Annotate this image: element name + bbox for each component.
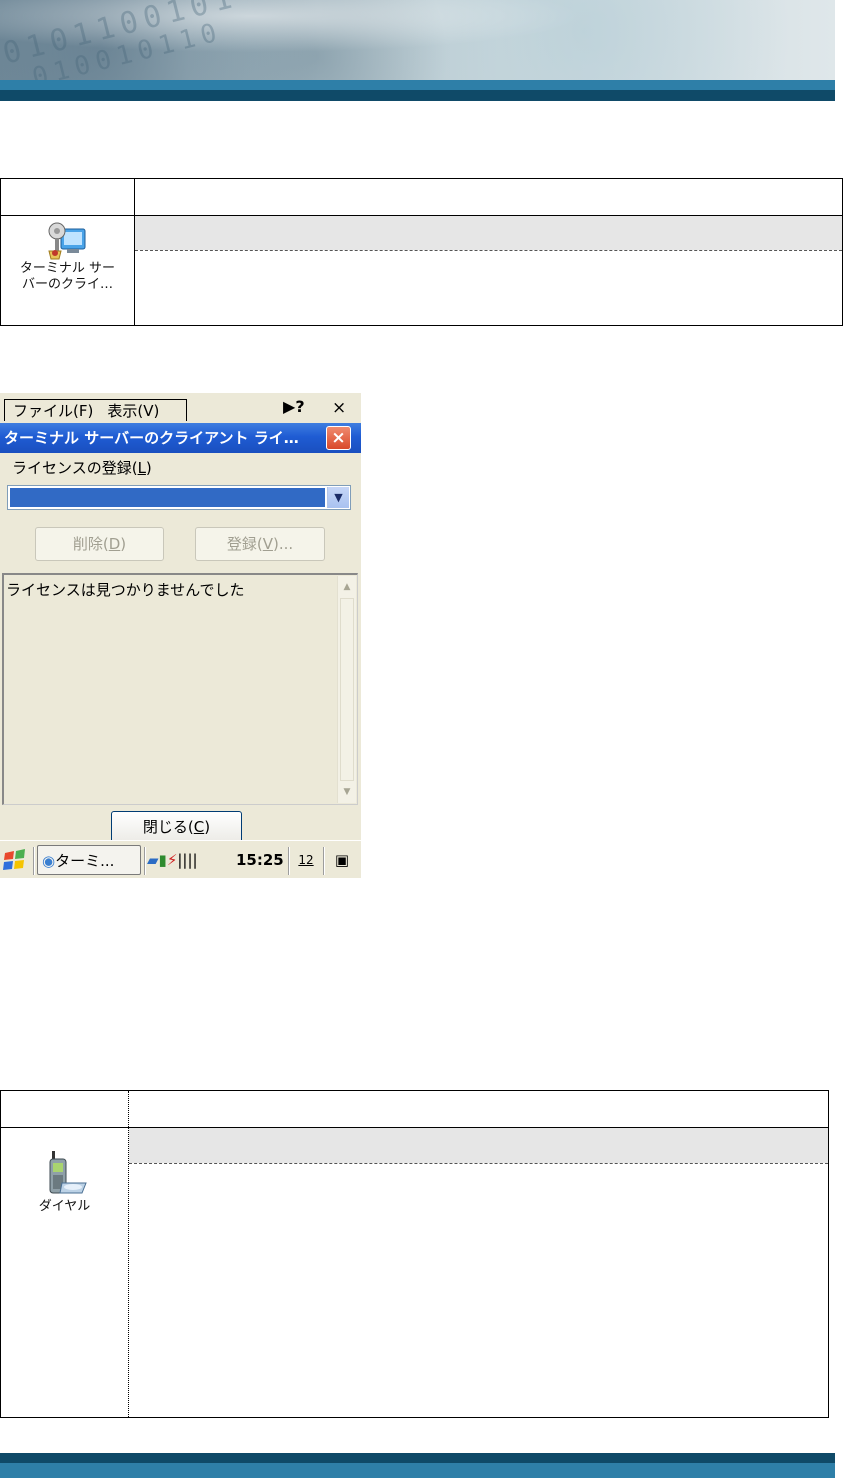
taskbar-task-button[interactable]: ◉ターミ... (37, 845, 141, 875)
license-list-box[interactable]: ライセンスは見つかりませんでした ▲ ▼ (2, 573, 358, 805)
taskbar-separator (33, 847, 35, 875)
scroll-down-icon[interactable]: ▼ (338, 783, 356, 801)
dial-phone-icon (49, 1151, 87, 1194)
taskbar-separator (288, 847, 290, 875)
app-table-dial: ダイヤル (0, 1090, 829, 1418)
menu-view[interactable]: 表示(V) (107, 402, 159, 420)
scroll-track[interactable] (340, 598, 354, 781)
dial-app-cell: ダイヤル (1, 1147, 128, 1215)
scroll-up-icon[interactable]: ▲ (338, 578, 356, 596)
taskbar: ◉ターミ... ▰▮⚡|||| 15:25 12 ▣ (0, 840, 361, 878)
header-stripe-dark (0, 90, 835, 101)
table-divider (134, 179, 135, 325)
battery-icon[interactable]: ▮ (159, 851, 167, 869)
taskbar-separator (144, 847, 146, 875)
dialog-title: ターミナル サーバーのクライアント ライ… (0, 423, 361, 453)
license-combo-box[interactable]: ▼ (7, 485, 351, 510)
app-icon-label: バーのクライ… (21, 277, 113, 292)
taskbar-separator (323, 847, 325, 875)
app-icon-label: ダイヤル (38, 1199, 91, 1214)
shaded-row (135, 216, 842, 250)
combo-selection (10, 488, 325, 507)
power-icon[interactable]: ⚡ (167, 851, 178, 869)
task-label: ターミ... (55, 852, 115, 870)
terminal-server-app-cell: ターミナル サー バーのクライ… (1, 221, 134, 293)
register-button[interactable]: 登録(V)... (195, 527, 325, 561)
task-app-icon: ◉ (42, 852, 56, 870)
license-register-label: ライセンスの登録(L) (12, 459, 152, 477)
close-icon[interactable]: × (332, 398, 346, 418)
app-table-terminal-server: ターミナル サー バーのクライ… (0, 178, 843, 326)
keyboard-icon[interactable]: 12 (292, 845, 320, 875)
vertical-scrollbar[interactable]: ▲ ▼ (337, 576, 356, 803)
shaded-row (129, 1128, 828, 1163)
dashed-divider (135, 250, 842, 251)
header-banner: 0101100101 010010110 (0, 0, 835, 80)
delete-button[interactable]: 削除(D) (35, 527, 164, 561)
menu-box: ファイル(F) 表示(V) (4, 399, 187, 421)
no-license-message: ライセンスは見つかりませんでした (6, 581, 245, 599)
footer-stripe-dark (0, 1453, 835, 1463)
device-screenshot: ファイル(F) 表示(V) ▶? × ターミナル サーバーのクライアント ライ… … (0, 393, 361, 878)
menu-file[interactable]: ファイル(F) (13, 402, 93, 420)
dashed-divider (129, 1163, 828, 1164)
terminal-server-license-icon (47, 222, 85, 260)
windows-logo-icon (3, 849, 25, 870)
chevron-down-icon[interactable]: ▼ (327, 487, 349, 508)
close-button[interactable]: 閉じる(C) (111, 811, 242, 843)
app-icon-label: ターミナル サー (19, 261, 116, 276)
dialog-close-icon[interactable]: × (326, 426, 351, 450)
header-stripe-light (0, 80, 835, 90)
start-icon[interactable] (3, 845, 29, 875)
desktop-icon[interactable]: ▣ (328, 845, 356, 875)
menu-bar: ファイル(F) 表示(V) ▶? × (0, 393, 361, 423)
help-icon[interactable]: ▶? (283, 397, 305, 416)
network-icon[interactable]: ▰ (147, 851, 159, 869)
barcode-icon[interactable]: |||| (177, 851, 197, 869)
footer-stripe-light (0, 1463, 835, 1478)
clock[interactable]: 15:25 (236, 845, 284, 875)
